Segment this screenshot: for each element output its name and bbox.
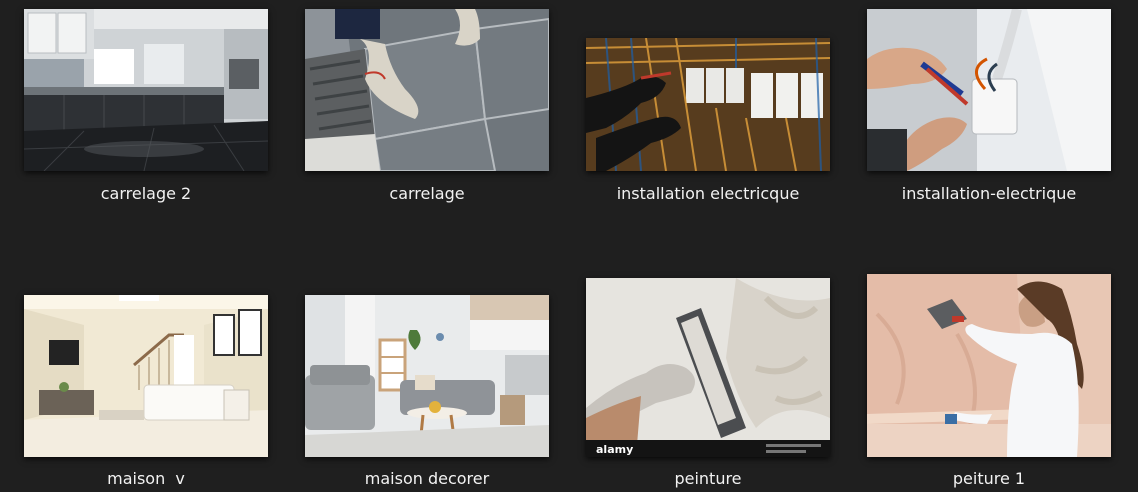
file-thumbnail-grid: carrelage 2 carrelage installation elect… [0, 0, 1138, 492]
alamy-watermark: alamy [596, 443, 633, 456]
electric-panel-photo-icon [586, 38, 830, 171]
file-name-label: maison decorer [364, 469, 490, 488]
file-name-label: carrelage 2 [100, 184, 192, 203]
plaster-trowel-photo-icon: alamy [586, 278, 830, 457]
file-name-label: installation electricque [616, 184, 800, 203]
file-name-label: peinture [674, 469, 742, 488]
tiling-hands-photo-icon [305, 9, 549, 171]
file-name-label: maison v [107, 469, 185, 488]
woman-plastering-photo-icon [867, 274, 1111, 457]
file-name-label: peiture 1 [952, 469, 1026, 488]
living-room-photo-icon [24, 295, 268, 457]
decorated-room-photo-icon [305, 295, 549, 457]
kitchen-tile-photo-icon [24, 9, 268, 171]
file-name-label: installation-electrique [901, 184, 1077, 203]
file-name-label: carrelage [389, 184, 465, 203]
wiring-hands-photo-icon [867, 9, 1111, 171]
